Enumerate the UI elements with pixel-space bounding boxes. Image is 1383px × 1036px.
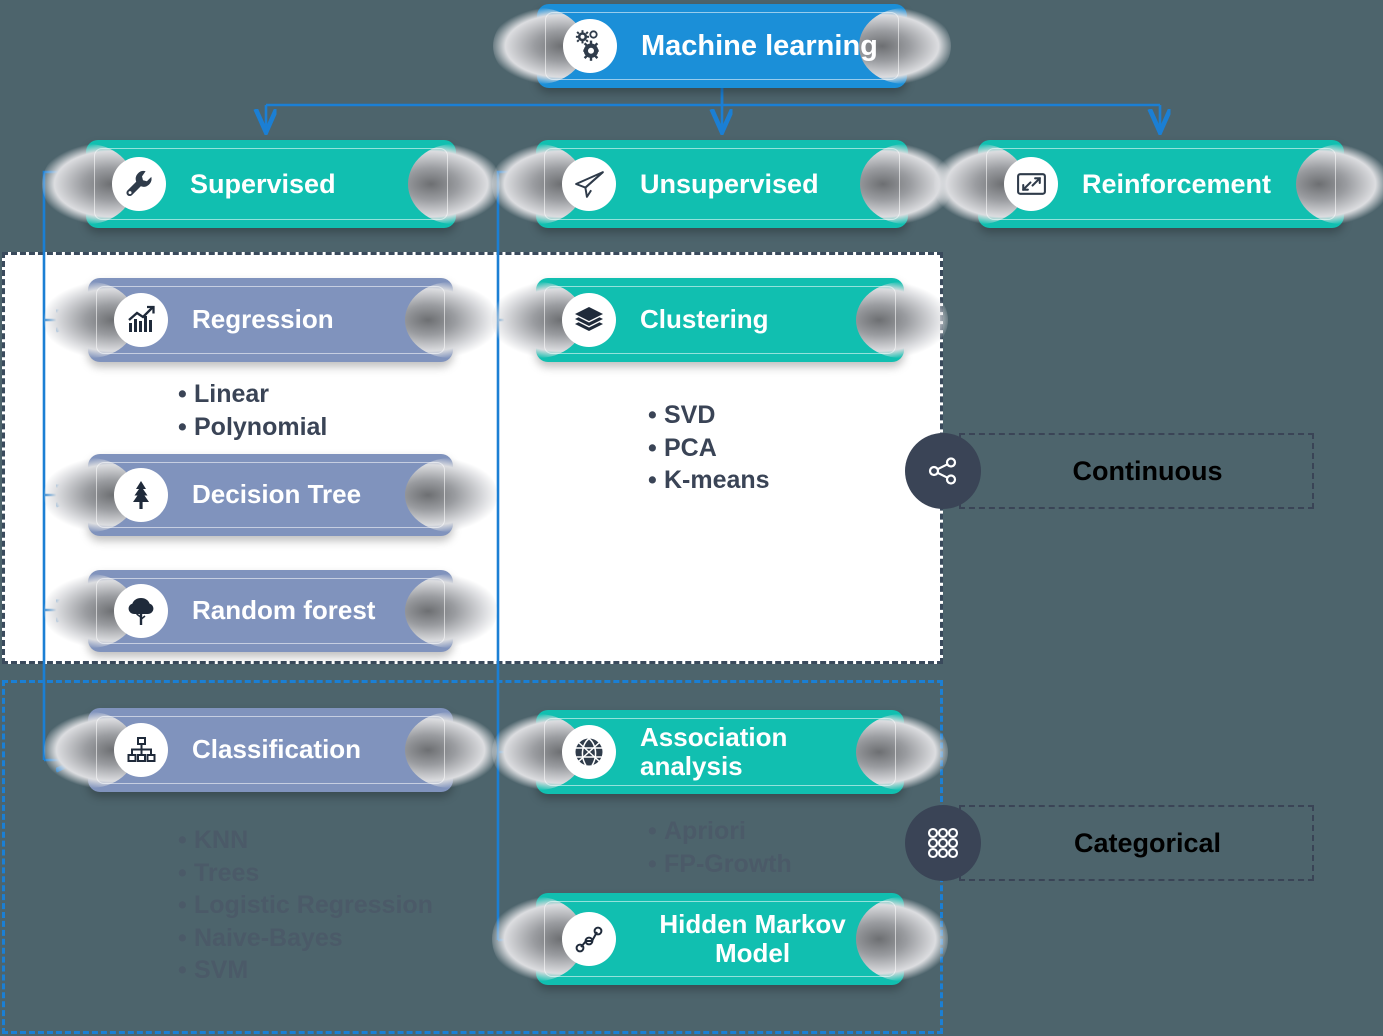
node-label: Unsupervised: [640, 168, 819, 199]
list-item: • SVD: [648, 401, 716, 429]
badge-label: Categorical: [959, 805, 1314, 881]
node-label: Regression: [192, 304, 334, 335]
node-regression[interactable]: Regression: [44, 278, 497, 362]
association-bullets: • Apriori • FP-Growth: [648, 815, 792, 880]
share-nodes-icon: [905, 433, 981, 509]
node-unsupervised[interactable]: Unsupervised: [492, 140, 952, 228]
list-item: • Polynomial: [178, 412, 328, 441]
list-item: • KNN: [178, 826, 249, 854]
nodes-path-icon: [562, 912, 616, 966]
wrench-icon: [112, 157, 166, 211]
node-label: Hidden Markov Model: [659, 908, 846, 968]
node-supervised[interactable]: Supervised: [42, 140, 500, 228]
clustering-bullets: • SVD • PCA • K-means: [648, 399, 770, 497]
pine-tree-icon: [114, 468, 168, 522]
chart-growth-icon: [114, 293, 168, 347]
node-hidden-markov-model[interactable]: Hidden Markov Model: [492, 893, 948, 985]
layers-icon: [562, 293, 616, 347]
network-globe-icon: [562, 725, 616, 779]
badge-categorical: Categorical: [905, 805, 1314, 881]
hierarchy-icon: [114, 723, 168, 777]
node-decision-tree[interactable]: Decision Tree: [44, 454, 497, 536]
gears-icon: [563, 19, 617, 73]
node-label: Classification: [192, 734, 362, 765]
list-item: • Linear: [178, 380, 270, 408]
list-item: • Logistic Regression: [178, 891, 433, 919]
list-item: • Apriori: [648, 817, 746, 845]
badge-continuous: Continuous: [905, 433, 1314, 509]
node-random-forest[interactable]: Random forest: [44, 570, 497, 652]
badge-label: Continuous: [959, 433, 1314, 509]
list-item: • Trees: [178, 858, 260, 887]
node-clustering[interactable]: Clustering: [492, 278, 948, 362]
node-reinforcement[interactable]: Reinforcement: [934, 140, 1383, 228]
node-label: Machine learning: [641, 29, 878, 62]
node-label: Association analysis: [640, 721, 788, 781]
list-item: • Naive-Bayes: [178, 923, 343, 952]
node-label: Decision Tree: [192, 479, 362, 510]
paper-plane-icon: [562, 157, 616, 211]
list-item: • PCA: [648, 433, 717, 462]
node-label: Random forest: [192, 595, 376, 626]
node-association-analysis[interactable]: Association analysis: [492, 710, 948, 794]
list-item: • SVM: [178, 956, 249, 984]
screen-arrows-icon: [1004, 157, 1058, 211]
dots-grid-icon: [905, 805, 981, 881]
node-label: Supervised: [190, 168, 336, 199]
list-item: • FP-Growth: [648, 849, 792, 878]
node-classification[interactable]: Classification: [44, 708, 497, 792]
regression-bullets: • Linear • Polynomial: [178, 378, 327, 443]
classification-bullets: • KNN • Trees • Logistic Regression • Naive-…: [178, 824, 433, 987]
diagram-canvas: Machine learning Supervised Unsupervised: [0, 0, 1383, 1036]
list-item: • K-means: [648, 466, 770, 494]
node-label: Reinforcement: [1082, 168, 1272, 199]
node-machine-learning[interactable]: Machine learning: [493, 4, 951, 88]
node-label: Clustering: [640, 304, 769, 335]
broadleaf-tree-icon: [114, 584, 168, 638]
